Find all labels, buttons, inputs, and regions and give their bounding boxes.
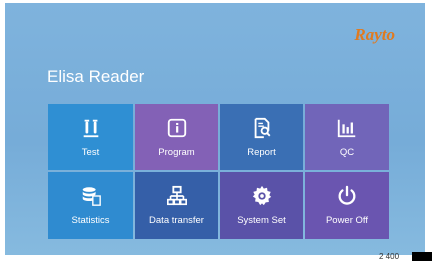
power-off-label: Power Off [325, 215, 369, 226]
report-label: Report [247, 146, 276, 158]
system-set-label: System Set [237, 215, 286, 226]
app-title: Elisa Reader [47, 67, 145, 86]
database-icon [80, 185, 102, 207]
statistics-button[interactable]: Statistics [48, 172, 133, 239]
statistics-label: Statistics [71, 215, 110, 226]
report-button[interactable]: Report [220, 104, 303, 170]
system-set-button[interactable]: System Set [220, 172, 303, 239]
test-button[interactable]: Test [48, 104, 133, 170]
data-transfer-button[interactable]: Data transfer [135, 172, 218, 239]
program-button[interactable]: Program [135, 104, 218, 170]
footer-number: 2 400 [379, 252, 400, 261]
qc-label: QC [339, 146, 355, 158]
power-off-button[interactable]: Power Off [305, 172, 389, 239]
brand-logo: Rayto [354, 25, 395, 44]
footer-bar [412, 252, 432, 261]
main-menu-grid: Test Program Report QC Statistics Data t… [48, 104, 389, 239]
info-icon [166, 117, 188, 139]
test-tubes-icon [80, 117, 102, 139]
bar-chart-icon [336, 117, 358, 139]
test-label: Test [81, 146, 100, 158]
report-search-icon [251, 117, 273, 139]
qc-button[interactable]: QC [305, 104, 389, 170]
app-screen: Rayto Elisa Reader Test Program Report Q… [5, 3, 425, 255]
program-label: Program [158, 146, 195, 158]
data-transfer-label: Data transfer [149, 215, 204, 226]
power-icon [336, 185, 358, 207]
network-icon [166, 185, 188, 207]
gear-icon [251, 185, 273, 207]
